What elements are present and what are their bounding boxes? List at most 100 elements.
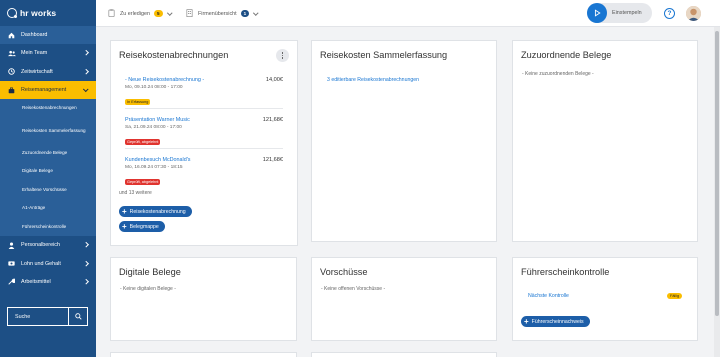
sidebar-item-reisemanagement[interactable]: Reisemanagement [0, 80, 96, 100]
sidebar-item-personalbereich[interactable]: Personalbereich [0, 236, 96, 254]
card-title: Führerscheinkontrolle [521, 267, 610, 277]
avatar[interactable] [686, 6, 701, 21]
card-reisekosten-sammelerfassung: Reisekosten Sammelerfassung 3 editierbar… [311, 40, 497, 242]
list-item[interactable]: - Neue Reisekostenabrechnung - Mo, 09.10… [125, 77, 283, 108]
editable-reports-link[interactable]: 3 editierbare Reisekostenabrechnungen [327, 77, 419, 83]
plus-icon: + [524, 316, 529, 326]
money-icon [7, 260, 16, 267]
card-partial [311, 352, 497, 357]
entry-date: Sa, 21.09.24 08:00 - 17:00 [125, 125, 182, 130]
empty-state-text: - Keine offenen Vorschüsse - [321, 286, 386, 292]
card-vorschuesse: Vorschüsse - Keine offenen Vorschüsse - [311, 257, 497, 341]
building-icon [186, 8, 193, 19]
sidebar-item-label: Lohn und Gehalt [21, 260, 61, 267]
sidebar-item-arbeitsmittel[interactable]: Arbeitsmittel [0, 273, 96, 291]
button-label: Reisekostenabrechnung [129, 208, 186, 215]
list-item[interactable]: Kundenbesuch McDonald's Mo, 16.09.24 07:… [125, 157, 283, 188]
entry-date: Mo, 09.10.24 08:00 - 17:00 [125, 85, 183, 90]
more-options-button[interactable] [276, 49, 289, 62]
help-icon[interactable]: ? [664, 8, 675, 19]
card-reisekostenabrechnungen: Reisekostenabrechnungen - Neue Reisekost… [110, 40, 298, 246]
company-count-badge: 1 [240, 10, 250, 17]
subnav-reisekosten-sammelerfassung[interactable]: Reisekosten Sammelerfassung [0, 118, 96, 144]
subnav-a1-antraege[interactable]: A1-Anträge [0, 199, 96, 218]
suitcase-icon [7, 87, 16, 94]
clock-in-button[interactable]: Einstempeln [587, 3, 652, 23]
sidebar-item-label: Mein Team [21, 50, 48, 57]
sidebar-item-label: Reisemanagement [21, 87, 67, 94]
add-belegmappe-button[interactable]: + Belegmappe [119, 221, 165, 232]
next-check-link[interactable]: Nächste Kontrolle [528, 293, 569, 299]
chevron-right-icon [82, 260, 88, 266]
search-icon[interactable] [68, 308, 87, 325]
empty-state-text: - Keine digitalen Belege - [120, 286, 176, 292]
play-icon [587, 3, 607, 23]
subnav-fuehrerscheinkontrolle[interactable]: Führerscheinkontrolle [0, 218, 96, 237]
list-item[interactable]: Präsentation Warner Music Sa, 21.09.24 0… [125, 117, 283, 148]
clipboard-icon [108, 8, 115, 19]
card-fuehrerscheinkontrolle: Führerscheinkontrolle Nächste Kontrolle … [512, 257, 698, 341]
team-icon [7, 50, 16, 57]
button-label: Belegmappe [129, 223, 159, 230]
sidebar-item-zeitwirtschaft[interactable]: Zeitwirtschaft [0, 63, 96, 81]
chevron-down-icon [82, 86, 88, 92]
search-input[interactable] [8, 313, 68, 320]
home-icon [7, 32, 16, 39]
logo[interactable]: hr works [0, 0, 96, 26]
card-title: Reisekosten Sammelerfassung [320, 50, 448, 60]
card-title: Zuzuordnende Belege [521, 50, 612, 60]
chevron-right-icon [82, 50, 88, 56]
entry-title: Kundenbesuch McDonald's [125, 157, 191, 163]
sidebar-item-mein-team[interactable]: Mein Team [0, 44, 96, 62]
entry-amount: 121,68€ [262, 157, 283, 163]
add-reisekostenabrechnung-button[interactable]: + Reisekostenabrechnung [119, 206, 192, 217]
company-overview-menu[interactable]: Firmenübersicht 1 [186, 0, 259, 27]
entry-title: Präsentation Warner Music [125, 117, 190, 123]
topbar: Zu erledigen 5 Firmenübersicht 1 Einstem… [96, 0, 720, 27]
subnav-erhaltene-vorschuesse[interactable]: Erhaltene Vorschüsse [0, 181, 96, 200]
subnav-reisekostenabrechnungen[interactable]: Reisekostenabrechnungen [0, 99, 96, 118]
logo-text: hr works [20, 8, 57, 18]
card-title: Digitale Belege [119, 267, 181, 277]
card-title: Reisekostenabrechnungen [119, 50, 229, 60]
sidebar-item-dashboard[interactable]: Dashboard [0, 26, 96, 45]
sidebar-item-label: Arbeitsmittel [21, 278, 51, 285]
plus-icon: + [122, 221, 127, 231]
sidebar: hr works Dashboard Mein Team Zeitwirtsch… [0, 0, 96, 357]
card-digitale-belege: Digitale Belege - Keine digitalen Belege… [110, 257, 297, 341]
status-badge: In Erfassung [125, 99, 151, 105]
chevron-right-icon [82, 279, 88, 285]
subnav-zuzuordnende-belege[interactable]: Zuzuordnende Belege [0, 144, 96, 163]
sidebar-item-label: Zeitwirtschaft [21, 68, 53, 75]
scrollbar-thumb[interactable] [715, 31, 719, 316]
clock-icon [7, 68, 16, 75]
person-icon [7, 242, 16, 249]
logo-icon [7, 8, 17, 18]
subnav-digitale-belege[interactable]: Digitale Belege [0, 162, 96, 181]
card-title: Vorschüsse [320, 267, 368, 277]
chevron-down-icon [166, 10, 172, 15]
page-scrollbar[interactable] [714, 27, 720, 357]
tools-icon [7, 278, 16, 286]
sidebar-search [7, 307, 88, 326]
status-badge: Geprüft, abgelehnt [125, 139, 161, 145]
sidebar-item-label: Personalbereich [21, 242, 60, 249]
todo-label: Zu erledigen [120, 10, 150, 17]
divider [125, 108, 283, 109]
status-badge: Geprüft, abgelehnt [125, 179, 161, 185]
chevron-right-icon [82, 242, 88, 248]
card-partial [110, 352, 297, 357]
sidebar-item-label: Dashboard [21, 32, 48, 39]
sidebar-subnav: Reisekostenabrechnungen Reisekosten Samm… [0, 99, 96, 237]
add-fuehrerscheinnachweis-button[interactable]: + Führerscheinnachweis [521, 316, 590, 327]
todo-menu[interactable]: Zu erledigen 5 [108, 0, 172, 27]
status-badge: Fällig [667, 293, 683, 299]
entry-amount: 14,00€ [265, 77, 283, 83]
sidebar-item-lohn-und-gehalt[interactable]: Lohn und Gehalt [0, 254, 96, 272]
entry-date: Mo, 16.09.24 07:30 - 18:15 [125, 165, 183, 170]
divider [125, 148, 283, 149]
entry-title: - Neue Reisekostenabrechnung - [125, 77, 205, 83]
chevron-down-icon [253, 10, 259, 15]
more-count-text: und 13 weitere [119, 190, 152, 196]
card-zuzuordnende-belege: Zuzuordnende Belege - Keine zuzuordnende… [512, 40, 698, 242]
